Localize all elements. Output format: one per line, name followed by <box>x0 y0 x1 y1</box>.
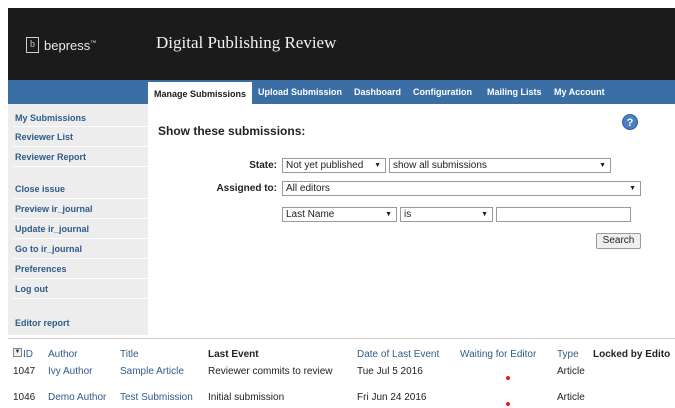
row-last-event: Initial submission <box>208 392 285 403</box>
search-operator-select[interactable]: is ▼ <box>400 207 493 222</box>
search-button[interactable]: Search <box>596 233 641 249</box>
sidebar-item-reviewer-list[interactable]: Reviewer List <box>15 132 73 142</box>
row-author[interactable]: Ivy Author <box>48 366 92 377</box>
chevron-down-icon: ▼ <box>385 211 392 218</box>
tab-manage-submissions[interactable]: Manage Submissions <box>148 80 253 104</box>
row-type: Article <box>557 392 585 403</box>
sidebar-divider <box>13 198 148 199</box>
tab-upload-submission[interactable]: Upload Submission <box>258 80 342 104</box>
row-type: Article <box>557 366 585 377</box>
search-input[interactable] <box>496 207 631 222</box>
assigned-to-select-value: All editors <box>286 183 330 194</box>
tab-configuration[interactable]: Configuration <box>413 80 472 104</box>
row-id: 1046 <box>13 392 36 403</box>
sidebar-divider <box>13 218 148 219</box>
sidebar-item-reviewer-report[interactable]: Reviewer Report <box>15 152 86 162</box>
sidebar-item-update-journal[interactable]: Update ir_journal <box>15 224 89 234</box>
sidebar-item-go-to-journal[interactable]: Go to ir_journal <box>15 244 82 254</box>
row-author[interactable]: Demo Author <box>48 392 106 403</box>
sidebar-divider <box>13 166 148 167</box>
chevron-down-icon: ▼ <box>599 162 606 169</box>
sidebar-item-preferences[interactable]: Preferences <box>15 264 67 274</box>
search-field-select[interactable]: Last Name ▼ <box>282 207 397 222</box>
bepress-logo[interactable]: b bepress™ <box>26 37 96 53</box>
sidebar-item-my-submissions[interactable]: My Submissions <box>15 113 86 123</box>
bepress-logo-mark: b <box>26 37 39 53</box>
site-header: b bepress™ Digital Publishing Review <box>8 8 675 80</box>
page-title: Show these submissions: <box>158 124 306 138</box>
sidebar: My Submissions Reviewer List Reviewer Re… <box>8 104 148 335</box>
tab-mailing-lists[interactable]: Mailing Lists <box>487 80 542 104</box>
search-operator-select-value: is <box>404 209 412 220</box>
row-last-event: Reviewer commits to review <box>208 366 333 377</box>
assigned-to-label: Assigned to: <box>216 183 277 194</box>
sidebar-divider <box>13 238 148 239</box>
sidebar-divider <box>13 258 148 259</box>
column-header-date[interactable]: Date of Last Event <box>357 349 439 360</box>
state-select-value: Not yet published <box>286 160 364 171</box>
sidebar-divider <box>13 278 148 279</box>
row-title[interactable]: Sample Article <box>120 366 184 377</box>
state-select[interactable]: Not yet published ▼ <box>282 158 386 173</box>
state-label: State: <box>249 160 277 171</box>
sidebar-divider <box>13 146 148 147</box>
sidebar-item-log-out[interactable]: Log out <box>15 284 48 294</box>
row-title[interactable]: Test Submission <box>120 392 193 403</box>
column-header-id[interactable]: ID <box>23 349 33 360</box>
tab-my-account[interactable]: My Account <box>554 80 605 104</box>
waiting-indicator <box>506 402 510 406</box>
chevron-down-icon: ▼ <box>481 211 488 218</box>
sidebar-divider <box>13 298 148 299</box>
column-header-last-event: Last Event <box>208 349 259 360</box>
chevron-down-icon: ▼ <box>629 185 636 192</box>
chevron-down-icon: ▼ <box>374 162 381 169</box>
row-id: 1047 <box>13 366 36 377</box>
sidebar-item-close-issue[interactable]: Close issue <box>15 184 65 194</box>
column-header-type[interactable]: Type <box>557 349 579 360</box>
assigned-to-select[interactable]: All editors ▼ <box>282 181 641 196</box>
state-filter-select[interactable]: show all submissions ▼ <box>389 158 611 173</box>
search-field-select-value: Last Name <box>286 209 335 220</box>
site-title: Digital Publishing Review <box>156 33 337 52</box>
sort-icon[interactable]: ▼ <box>13 348 22 357</box>
sidebar-divider <box>13 126 148 127</box>
state-filter-select-value: show all submissions <box>393 160 487 171</box>
bepress-logo-text: bepress™ <box>44 37 97 53</box>
column-header-title[interactable]: Title <box>120 349 139 360</box>
main-nav: Manage Submissions Upload Submission Das… <box>8 80 675 104</box>
sidebar-item-preview-journal[interactable]: Preview ir_journal <box>15 204 93 214</box>
waiting-indicator <box>506 376 510 380</box>
column-header-author[interactable]: Author <box>48 349 77 360</box>
row-date: Tue Jul 5 2016 <box>357 366 423 377</box>
row-date: Fri Jun 24 2016 <box>357 392 427 403</box>
column-header-locked: Locked by Edito <box>593 349 671 360</box>
help-icon[interactable]: ? <box>622 114 638 130</box>
tab-dashboard[interactable]: Dashboard <box>354 80 401 104</box>
column-header-waiting[interactable]: Waiting for Editor <box>460 349 536 360</box>
sidebar-item-editor-report[interactable]: Editor report <box>15 318 70 328</box>
table-divider <box>8 338 675 339</box>
